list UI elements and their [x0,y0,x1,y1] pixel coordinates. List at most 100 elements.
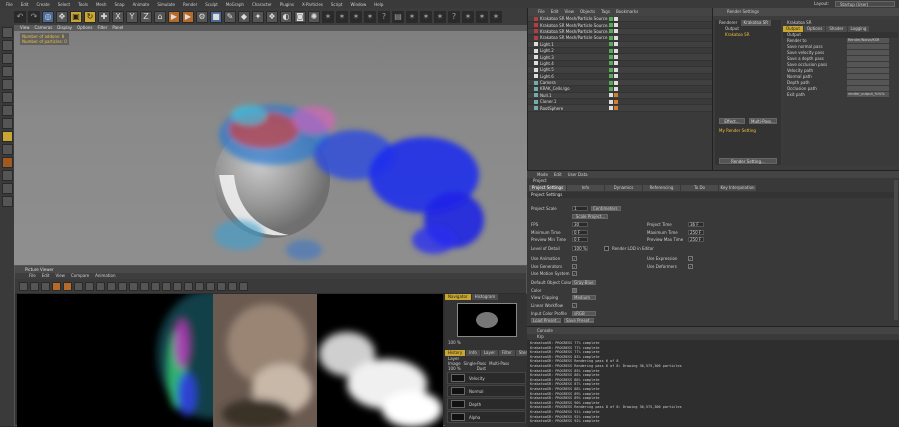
stop-icon[interactable] [41,281,50,291]
om-menu-item-file[interactable]: File [538,8,545,16]
material-tag-icon[interactable] [614,23,618,28]
camera-icon[interactable]: ◙ [294,10,306,23]
am-menu-item-userdata[interactable]: User Data [568,171,588,178]
xp-effector-icon[interactable]: ✶ [462,10,474,23]
undo-icon[interactable]: ↶ [14,10,26,23]
polygons-mode-icon[interactable] [1,105,13,116]
material-tag-icon[interactable] [614,35,618,40]
menu-item-file[interactable]: File [2,2,17,7]
xp-question2-icon[interactable]: ? [448,10,460,23]
menu-item-help[interactable]: Help [370,2,387,7]
visibility-tag-icon[interactable] [609,80,613,85]
tab-logging[interactable]: Logging [847,26,870,32]
swap-icon[interactable] [107,281,116,291]
visibility-tag-icon[interactable] [609,29,613,34]
rs-field-value[interactable] [847,80,889,85]
material-tag-icon[interactable] [614,74,618,79]
material-tag-icon[interactable] [614,42,618,47]
check-checkbox[interactable]: ✓ [572,263,577,269]
visibility-tag-icon[interactable] [609,61,613,66]
xp-constraint-icon[interactable]: ✶ [476,10,488,23]
xp-emitter-icon[interactable]: ✶ [322,10,334,23]
visibility-tag-icon[interactable] [609,106,613,111]
material-tag-icon[interactable] [614,16,618,21]
material-tag-icon[interactable] [614,86,618,91]
layer-icon[interactable] [217,281,226,291]
attr-tab-info[interactable]: Info [567,185,604,191]
uv-mode-icon[interactable] [1,118,13,129]
tab-options[interactable]: Options [803,26,826,32]
xp-cloth-icon[interactable]: ✶ [434,10,446,23]
attr-scrollbar[interactable] [894,180,898,320]
visibility-tag-icon[interactable] [609,67,613,72]
material-tag-icon[interactable] [614,29,618,34]
om-menu-item-bookmarks[interactable]: Bookmarks [616,8,638,16]
rs-field-value[interactable] [847,68,889,73]
menu-item-window[interactable]: Window [346,2,370,7]
rs-field-value[interactable]: render_output_%%% [847,92,889,97]
grid-icon[interactable] [151,281,160,291]
render-settings-icon[interactable]: ⚙ [196,10,208,23]
lod-input[interactable]: 100 % [572,246,588,252]
record-icon[interactable] [52,281,61,291]
settings-icon[interactable] [239,281,248,291]
console-title[interactable]: Console [527,327,899,334]
om-menu-item-tags[interactable]: Tags [601,8,610,16]
om-menu-item-edit[interactable]: Edit [551,8,559,16]
material-tag-icon[interactable] [614,93,618,98]
cube-icon[interactable]: ■ [210,10,222,23]
check-checkbox[interactable]: ✓ [572,271,577,277]
menu-item-mograph[interactable]: MoGraph [222,2,248,7]
color-swatch[interactable] [572,287,577,293]
navigator-preview[interactable] [456,303,517,337]
tab-histogram[interactable]: Histogram [471,294,499,300]
layer-row[interactable]: Alpha [447,411,526,423]
menu-item-plugins[interactable]: Plugins [276,2,298,7]
menu-item-tools[interactable]: Tools [74,2,92,7]
tab-layer[interactable]: Layer [480,350,498,356]
menu-item-edit[interactable]: Edit [17,2,33,7]
texture-mode-icon[interactable] [1,53,13,64]
rs-field-value[interactable] [847,56,889,61]
tab-navigator[interactable]: Navigator [445,294,471,300]
x-axis-icon[interactable]: X [112,10,124,23]
coordinate-system-icon[interactable]: ⌂ [154,10,166,23]
layer-zoom[interactable]: 100 % [448,366,461,371]
material-tag-icon[interactable] [614,48,618,53]
menu-item-render[interactable]: Render [179,2,201,7]
material-tag-icon[interactable] [614,55,618,60]
layout-dropdown[interactable]: Startup (User) [835,1,895,7]
fit-icon[interactable] [118,281,127,291]
render-region-icon[interactable] [63,281,72,291]
filter-icon[interactable] [206,281,215,291]
linear-workflow-checkbox[interactable]: ✓ [572,303,577,309]
check-checkbox[interactable]: ✓ [688,263,693,269]
prop-input[interactable]: 36 F [688,222,704,228]
render-picture-viewer-icon[interactable]: ▶ [182,10,194,23]
move-icon[interactable]: ✥ [56,10,68,23]
prop-input[interactable]: 0 F [572,237,588,243]
visibility-tag-icon[interactable] [609,35,613,40]
chart-icon[interactable] [184,281,193,291]
menu-item-simulate[interactable]: Simulate [153,2,179,7]
menu-item-sculpt[interactable]: Sculpt [201,2,222,7]
axis-mode-icon[interactable] [1,131,13,142]
xp-generator-icon[interactable]: ✶ [364,10,376,23]
edges-mode-icon[interactable] [1,92,13,103]
visibility-tag-icon[interactable] [609,55,613,60]
renderer-dropdown[interactable]: Krakatoa SR [740,20,772,26]
xp-tool-icon[interactable]: ✶ [406,10,418,23]
visibility-tag-icon[interactable] [609,42,613,47]
tab-filter[interactable]: Filter [498,350,515,356]
effect-button[interactable]: Effect... [719,118,745,124]
material-tag-icon[interactable] [614,99,618,104]
visibility-tag-icon[interactable] [609,74,613,79]
layer-mode-multi[interactable]: Multi-Pass [489,361,509,366]
my-render-setting[interactable]: My Render Setting [715,128,756,134]
make-editable-icon[interactable] [1,27,13,38]
attr-tab-todo[interactable]: To Do [681,185,718,191]
check-checkbox[interactable]: ✓ [572,256,577,262]
render-settings-title[interactable]: Render Settings [713,8,899,16]
om-menu-item-view[interactable]: View [564,8,574,16]
visibility-tag-icon[interactable] [609,23,613,28]
